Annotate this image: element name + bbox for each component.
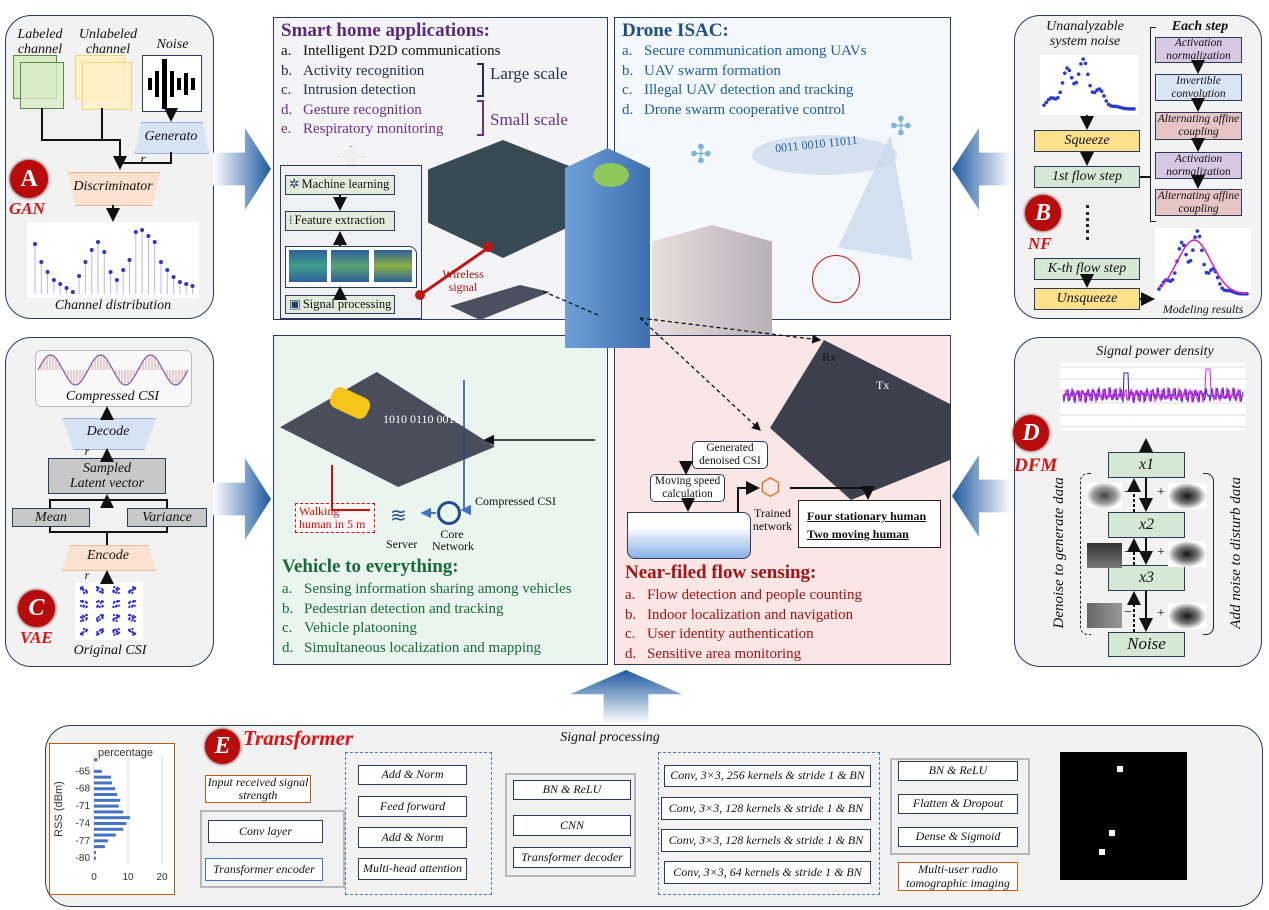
histogram-bar bbox=[94, 758, 98, 762]
histogram-bar bbox=[94, 775, 111, 779]
y-tick-label: -77 bbox=[76, 836, 91, 847]
histogram-bar bbox=[94, 804, 119, 808]
histogram-bar bbox=[94, 816, 131, 820]
add-norm-block: Add & Norm bbox=[358, 765, 467, 785]
y-tick-label: -71 bbox=[76, 801, 91, 812]
dense-sigmoid-block: Dense & Sigmoid bbox=[898, 827, 1018, 847]
target-point bbox=[1109, 830, 1115, 836]
rss-histogram: 0 10 20 -65 -68 -71 -74 -77 -80 percentage RSS (dB… bbox=[49, 743, 175, 895]
chart-title: percentage bbox=[98, 747, 153, 759]
histogram-bar bbox=[94, 845, 105, 849]
target-point bbox=[1117, 766, 1123, 772]
histogram-bar bbox=[94, 793, 118, 797]
y-tick-label: -68 bbox=[76, 784, 91, 795]
y-tick-label: -74 bbox=[76, 818, 91, 829]
histogram-bar bbox=[94, 856, 97, 860]
conv-64-block: Conv, 3×3, 64 kernels & stride 1 & BN bbox=[664, 861, 871, 884]
bn-relu-block: BN & ReLU bbox=[898, 761, 1018, 781]
transformer-tag: Transformer bbox=[243, 726, 354, 750]
conv-128-block: Conv, 3×3, 128 kernels & stride 1 & BN bbox=[661, 797, 871, 820]
input-rss-block: Input received signal strength bbox=[205, 775, 311, 803]
histogram-bar bbox=[94, 769, 102, 773]
isac-framework-diagram: Labeled channel Unlabeled channel Noise … bbox=[0, 0, 1269, 910]
histogram-bar bbox=[94, 781, 113, 785]
signal-processing-label: Signal processing bbox=[560, 730, 660, 745]
badge-e: E bbox=[205, 729, 240, 764]
conv-256-block: Conv, 3×3, 256 kernels & stride 1 & BN bbox=[664, 765, 871, 787]
x-tick-label: 20 bbox=[156, 872, 168, 883]
multi-head-attention-block: Multi-head attention bbox=[358, 858, 467, 880]
add-norm-block: Add & Norm bbox=[358, 827, 467, 848]
histogram-bar bbox=[94, 821, 127, 825]
histogram-bar bbox=[94, 798, 121, 802]
histogram-bar bbox=[94, 833, 116, 837]
tomographic-image bbox=[1060, 752, 1187, 880]
conv-128-block: Conv, 3×3, 128 kernels & stride 1 & BN bbox=[661, 829, 871, 852]
histogram-bar bbox=[94, 850, 97, 854]
histogram-bar bbox=[94, 827, 124, 831]
transformer-encoder-block: Transformer encoder bbox=[205, 858, 323, 881]
tomographic-imaging-block: Multi-user radio tomographic imaging bbox=[898, 862, 1018, 891]
histogram-bar bbox=[94, 810, 124, 814]
y-axis-label: RSS (dBm) bbox=[53, 781, 65, 837]
conv-layer-block: Conv layer bbox=[208, 820, 323, 843]
target-point bbox=[1099, 849, 1105, 855]
histogram-bar bbox=[94, 839, 108, 843]
cnn-block: CNN bbox=[513, 815, 631, 836]
transformer-decoder-block: Transformer decoder bbox=[513, 847, 631, 868]
y-tick-label: -65 bbox=[76, 766, 91, 777]
x-tick-label: 10 bbox=[122, 872, 134, 883]
y-tick-label: -80 bbox=[76, 853, 91, 864]
histogram-bar bbox=[94, 787, 116, 791]
flatten-dropout-block: Flatten & Dropout bbox=[898, 794, 1018, 814]
feed-forward-block: Feed forward bbox=[358, 796, 467, 817]
x-tick-label: 0 bbox=[91, 872, 97, 883]
bn-relu-block: BN & ReLU bbox=[513, 780, 631, 800]
